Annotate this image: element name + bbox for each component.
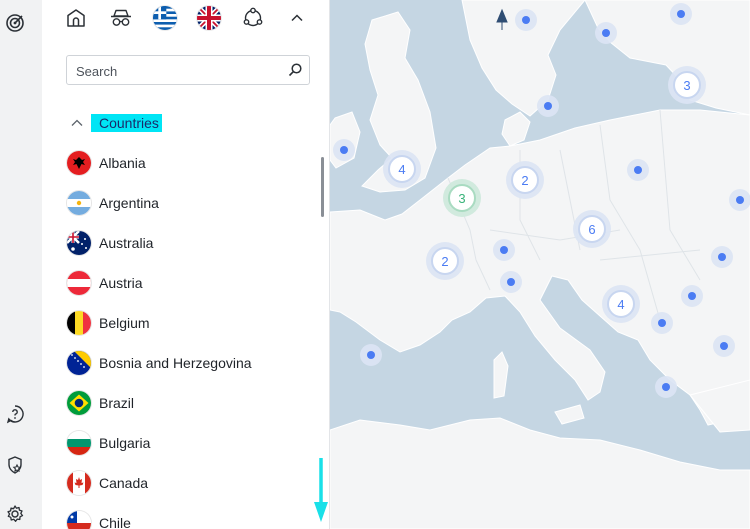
- incognito-icon[interactable]: [109, 6, 133, 30]
- australia-flag-icon: [67, 231, 91, 255]
- cluster-count: 3: [458, 191, 465, 206]
- cluster-count: 2: [441, 254, 448, 269]
- country-name: Argentina: [99, 195, 159, 211]
- brazil-flag-icon: [67, 391, 91, 415]
- country-name: Brazil: [99, 395, 135, 411]
- server-cluster[interactable]: 4: [602, 285, 640, 323]
- target-icon[interactable]: [4, 12, 26, 34]
- cluster-count: 4: [398, 162, 405, 177]
- cluster-count: 4: [617, 297, 624, 312]
- country-row-albania[interactable]: Albania: [42, 143, 322, 183]
- server-panel: Countries Albania Argentina Australia Au…: [42, 0, 330, 529]
- help-icon[interactable]: [4, 403, 26, 425]
- country-row-australia[interactable]: Australia: [42, 223, 322, 263]
- country-row-canada[interactable]: Canada: [42, 463, 322, 503]
- country-name: Bulgaria: [99, 435, 151, 451]
- settings-icon[interactable]: [4, 503, 26, 525]
- chevron-up-icon[interactable]: [285, 6, 309, 30]
- cluster-count: 3: [683, 78, 690, 93]
- server-cluster[interactable]: 6: [573, 210, 611, 248]
- country-name: Albania: [99, 155, 146, 171]
- albania-flag-icon: [67, 151, 91, 175]
- search-icon[interactable]: [287, 62, 303, 78]
- left-rail: [0, 0, 43, 529]
- country-list: Albania Argentina Australia Austria Belg…: [42, 143, 322, 529]
- chile-flag-icon: [67, 511, 91, 529]
- country-row-belgium[interactable]: Belgium: [42, 303, 322, 343]
- server-cluster-connected[interactable]: 3: [443, 179, 481, 217]
- scroll-down-arrow-icon: [314, 458, 328, 522]
- server-cluster[interactable]: 4: [383, 150, 421, 188]
- server-cluster[interactable]: 2: [506, 161, 544, 199]
- cluster-markers: 3 4 3 2 6 2 4: [383, 66, 706, 323]
- country-name: Bosnia and Herzegovina: [99, 355, 252, 371]
- shield-star-icon[interactable]: [4, 454, 26, 476]
- country-name: Belgium: [99, 315, 150, 331]
- country-row-bulgaria[interactable]: Bulgaria: [42, 423, 322, 463]
- chevron-up-icon: [71, 119, 83, 126]
- country-row-austria[interactable]: Austria: [42, 263, 322, 303]
- canada-flag-icon: [67, 471, 91, 495]
- argentina-flag-icon: [67, 191, 91, 215]
- uk-flag-icon[interactable]: [197, 6, 221, 30]
- home-icon[interactable]: [64, 6, 88, 30]
- cluster-count: 6: [588, 222, 595, 237]
- category-toolbar: [42, 0, 329, 38]
- country-name: Chile: [99, 515, 131, 529]
- country-row-argentina[interactable]: Argentina: [42, 183, 322, 223]
- bulgaria-flag-icon: [67, 431, 91, 455]
- list-scrollbar[interactable]: [321, 157, 324, 217]
- country-name: Canada: [99, 475, 149, 491]
- country-row-chile[interactable]: Chile: [42, 503, 322, 529]
- mesh-network-icon[interactable]: [241, 6, 265, 30]
- country-name: Australia: [99, 235, 154, 251]
- search-input[interactable]: [74, 61, 278, 81]
- austria-flag-icon: [67, 271, 91, 295]
- countries-section-header[interactable]: Countries: [70, 114, 162, 132]
- server-map[interactable]: 3 4 3 2 6 2 4: [330, 0, 750, 529]
- country-row-brazil[interactable]: Brazil: [42, 383, 322, 423]
- country-name: Austria: [99, 275, 143, 291]
- country-row-bosnia-and-herzegovina[interactable]: Bosnia and Herzegovina: [42, 343, 322, 383]
- server-cluster[interactable]: 2: [426, 242, 464, 280]
- search-field[interactable]: [66, 55, 310, 85]
- cluster-count: 2: [521, 173, 528, 188]
- countries-section-label: Countries: [91, 114, 162, 132]
- server-cluster[interactable]: 3: [668, 66, 706, 104]
- greece-flag-icon[interactable]: [153, 6, 177, 30]
- bosnia-flag-icon: [67, 351, 91, 375]
- belgium-flag-icon: [67, 311, 91, 335]
